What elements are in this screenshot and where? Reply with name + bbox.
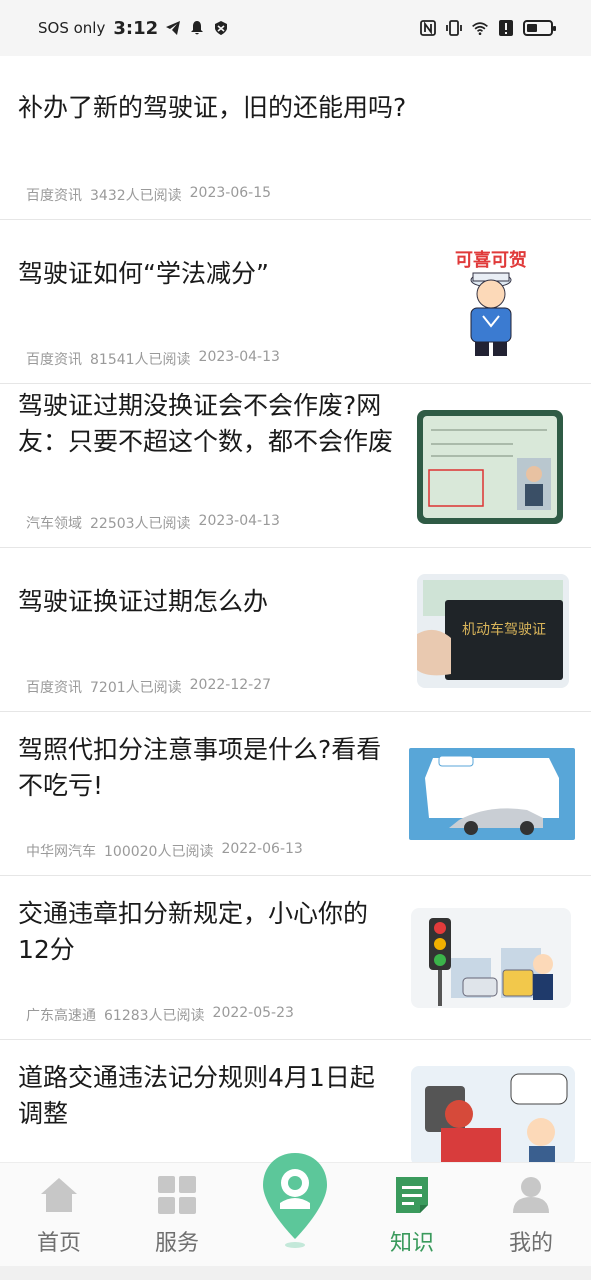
article-reads: 3432人已阅读 (90, 188, 182, 204)
gesture-bar (0, 1266, 591, 1280)
article-source: 汽车领域 (26, 516, 82, 532)
list-item[interactable]: 道路交通违法记分规则4月1日起调整 (0, 1040, 591, 1162)
nav-label: 知识 (389, 1231, 434, 1256)
article-date: 2023-04-13 (198, 513, 280, 529)
telegram-icon (164, 19, 182, 37)
article-source: 百度资讯 (26, 352, 82, 368)
vibrate-icon (445, 19, 463, 37)
article-date: 2022-06-13 (221, 841, 303, 857)
article-source: 广东高速通 (26, 1008, 96, 1024)
status-bar: SOS only 3:12 (0, 0, 591, 56)
bottom-navigation: 首页 服务 知识 我的 (0, 1153, 591, 1266)
article-reads: 81541人已阅读 (90, 352, 191, 368)
article-thumbnail: 机动车驾驶证 (417, 574, 569, 688)
list-item[interactable]: 交通违章扣分新规定，小心你的12分 广东高速通 61283人已阅读 2022-0… (0, 876, 591, 1040)
article-meta: 百度资讯 7201人已阅读 2022-12-27 (26, 677, 271, 697)
user-icon (511, 1175, 551, 1219)
shield-icon (212, 19, 230, 37)
wifi-icon (471, 19, 489, 37)
article-title: 驾驶证过期没换证会不会作废?网友：只要不超这个数，都不会作废 (18, 391, 394, 456)
article-meta: 中华网汽车 100020人已阅读 2022-06-13 (26, 841, 303, 861)
battery-icon (523, 20, 556, 36)
list-item[interactable]: 驾驶证如何“学法减分” 百度资讯 81541人已阅读 2023-04-13 可喜… (0, 220, 591, 384)
nav-label: 首页 (36, 1231, 81, 1256)
article-title: 驾照代扣分注意事项是什么?看看不吃亏! (18, 735, 382, 800)
article-reads: 22503人已阅读 (90, 516, 191, 532)
nav-map-center[interactable] (260, 1151, 330, 1251)
article-reads: 61283人已阅读 (104, 1008, 205, 1024)
article-title: 道路交通违法记分规则4月1日起调整 (18, 1063, 375, 1128)
article-meta: 百度资讯 81541人已阅读 2023-04-13 (26, 349, 280, 369)
article-title: 驾驶证换证过期怎么办 (18, 587, 269, 616)
list-item[interactable]: 驾照代扣分注意事项是什么?看看不吃亏! 中华网汽车 100020人已阅读 202… (0, 712, 591, 876)
list-item[interactable]: 驾驶证换证过期怎么办 百度资讯 7201人已阅读 2022-12-27 机动车驾… (0, 548, 591, 712)
article-thumbnail: 可喜可贺 (411, 242, 571, 360)
article-meta: 汽车领域 22503人已阅读 2023-04-13 (26, 513, 280, 533)
article-date: 2023-04-13 (198, 349, 280, 365)
note-icon (392, 1175, 432, 1219)
article-reads: 100020人已阅读 (104, 844, 214, 860)
article-thumbnail (411, 1066, 575, 1162)
article-date: 2023-06-15 (189, 185, 272, 201)
article-thumbnail (409, 748, 575, 840)
nav-knowledge[interactable]: 知识 (362, 1175, 462, 1265)
clock: 3:12 (113, 17, 159, 39)
article-list: 补办了新的驾驶证，旧的还能用吗? 百度资讯 3432人已阅读 2023-06-1… (0, 56, 591, 1162)
article-meta: 广东高速通 61283人已阅读 2022-05-23 (26, 1005, 294, 1025)
article-meta: 百度资讯 3432人已阅读 2023-06-15 (26, 185, 271, 205)
nav-profile[interactable]: 我的 (481, 1175, 581, 1265)
thumb-caption: 可喜可贺 (455, 249, 527, 271)
article-date: 2022-12-27 (189, 677, 272, 693)
nav-services[interactable]: 服务 (127, 1175, 227, 1265)
nav-label: 服务 (154, 1231, 199, 1256)
article-title: 补办了新的驾驶证，旧的还能用吗? (18, 93, 407, 122)
bell-icon (188, 19, 206, 37)
thumb-caption: 机动车驾驶证 (462, 621, 546, 638)
article-reads: 7201人已阅读 (90, 680, 182, 696)
nav-home[interactable]: 首页 (9, 1175, 109, 1265)
article-source: 百度资讯 (26, 680, 82, 696)
article-title: 驾驶证如何“学法减分” (18, 259, 269, 288)
article-thumbnail (417, 410, 563, 524)
signal-alert-icon (497, 19, 515, 37)
list-item[interactable]: 驾驶证过期没换证会不会作废?网友：只要不超这个数，都不会作废 汽车领域 2250… (0, 384, 591, 548)
article-date: 2022-05-23 (212, 1005, 294, 1021)
article-source: 中华网汽车 (26, 844, 96, 860)
article-title: 交通违章扣分新规定，小心你的12分 (18, 899, 369, 964)
carrier-text: SOS only (38, 19, 106, 37)
home-icon (39, 1175, 79, 1219)
nfc-icon (419, 19, 437, 37)
location-pin-icon (260, 1153, 330, 1255)
article-thumbnail (411, 908, 571, 1008)
article-source: 百度资讯 (26, 188, 82, 204)
list-item[interactable]: 补办了新的驾驶证，旧的还能用吗? 百度资讯 3432人已阅读 2023-06-1… (0, 56, 591, 220)
grid-icon (157, 1175, 197, 1219)
nav-label: 我的 (508, 1231, 553, 1256)
